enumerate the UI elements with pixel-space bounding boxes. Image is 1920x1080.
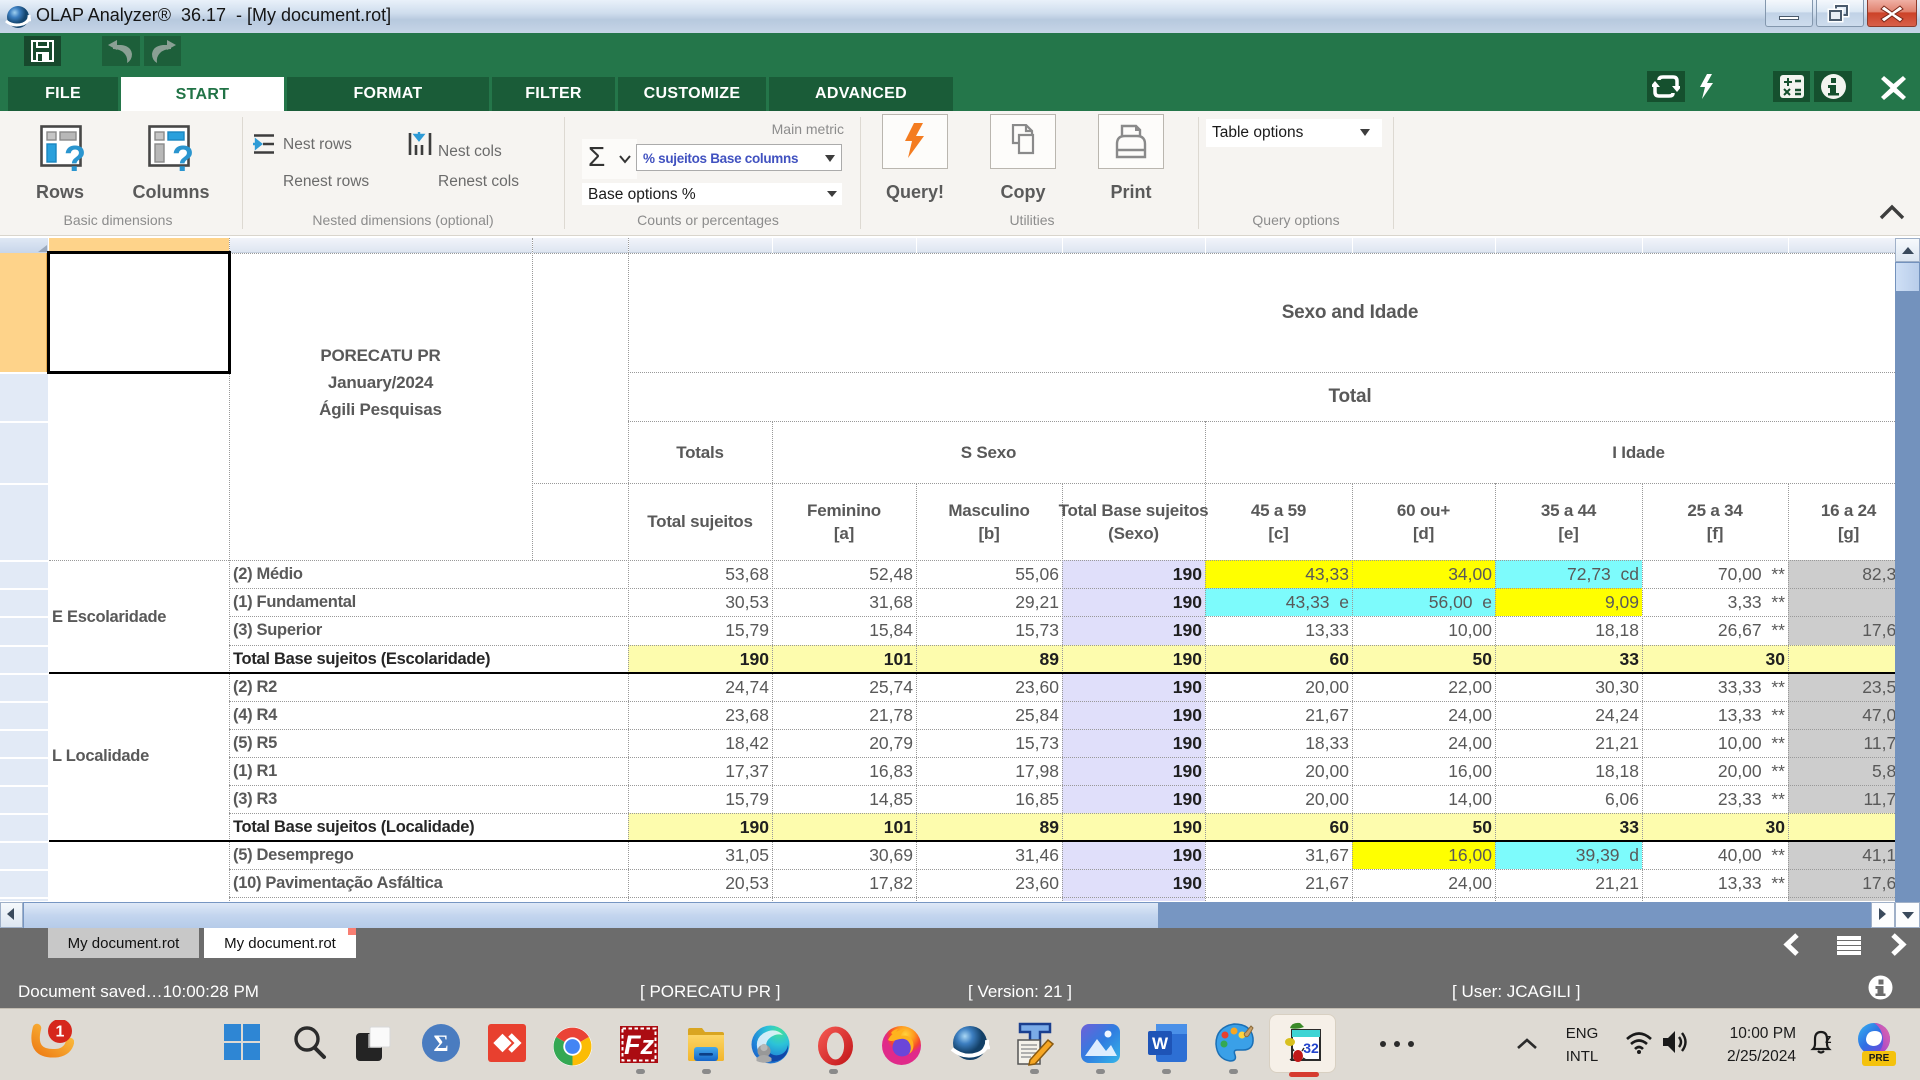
svg-text:32: 32 [1303, 1040, 1319, 1056]
svg-text:z: z [1825, 1031, 1832, 1046]
svg-text:1: 1 [56, 1024, 65, 1041]
svg-text:Σ: Σ [433, 1031, 448, 1056]
svg-text:?: ? [64, 138, 86, 179]
svg-text:?: ? [172, 138, 194, 179]
svg-text:W: W [1152, 1034, 1169, 1053]
svg-text:Fz: Fz [624, 1030, 654, 1060]
